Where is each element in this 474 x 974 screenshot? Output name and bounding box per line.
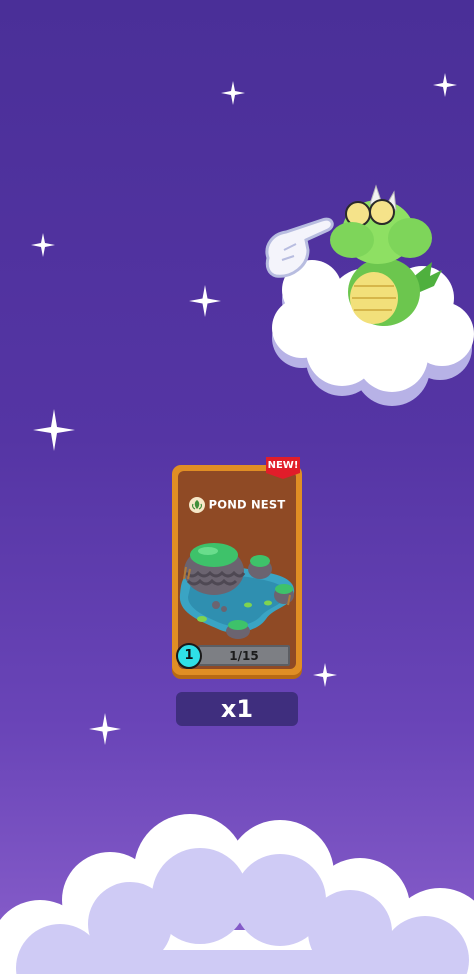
new-badge: NEW!	[266, 457, 300, 479]
sparkle-icon	[33, 409, 75, 451]
pond-nest-illustration	[179, 543, 295, 639]
card-title: POND NEST	[208, 497, 286, 512]
card-body: POND NEST	[178, 471, 296, 669]
sparkle-icon	[313, 663, 337, 687]
nest-leaf-icon	[188, 497, 205, 513]
bottom-cloud	[0, 814, 474, 974]
sparkle-icon	[89, 713, 121, 745]
progress-label: 1/15	[229, 649, 259, 663]
sparkle-icon	[31, 233, 55, 257]
sparkle-icon	[221, 81, 245, 105]
sparkle-icon	[189, 285, 221, 317]
sparkle-icon	[433, 73, 457, 97]
progress-bar: 1/15	[198, 645, 290, 666]
card-progress: 1/15 1	[176, 643, 294, 669]
new-badge-label: NEW!	[267, 460, 299, 471]
level-badge: 1	[176, 643, 202, 669]
dragon-on-cloud[interactable]	[262, 180, 474, 416]
reward-count: x1	[176, 692, 298, 726]
card-title-row: POND NEST	[178, 497, 296, 513]
